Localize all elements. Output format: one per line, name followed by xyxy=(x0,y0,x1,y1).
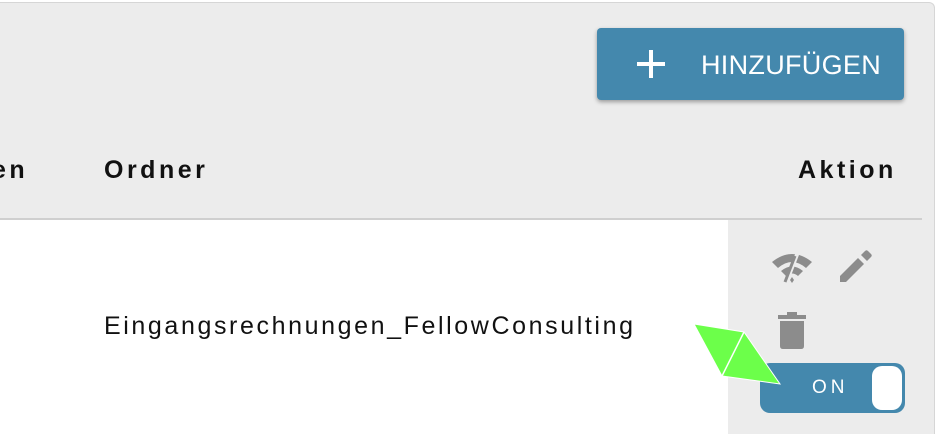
folder-name: Eingangsrechnungen_FellowConsulting xyxy=(104,312,636,340)
edit-icon[interactable] xyxy=(836,246,876,286)
wifi-off-icon[interactable] xyxy=(770,250,814,284)
add-button[interactable]: HINZUFÜGEN xyxy=(597,28,904,100)
plus-icon xyxy=(635,48,667,80)
column-header-partial: en xyxy=(0,156,29,184)
toggle-label: ON xyxy=(812,377,849,398)
toggle-knob[interactable] xyxy=(872,366,902,410)
column-header-aktion: Aktion xyxy=(798,156,897,184)
add-button-label: HINZUFÜGEN xyxy=(701,50,881,80)
cursor-icon xyxy=(693,323,782,385)
column-header-ordner: Ordner xyxy=(104,156,209,184)
